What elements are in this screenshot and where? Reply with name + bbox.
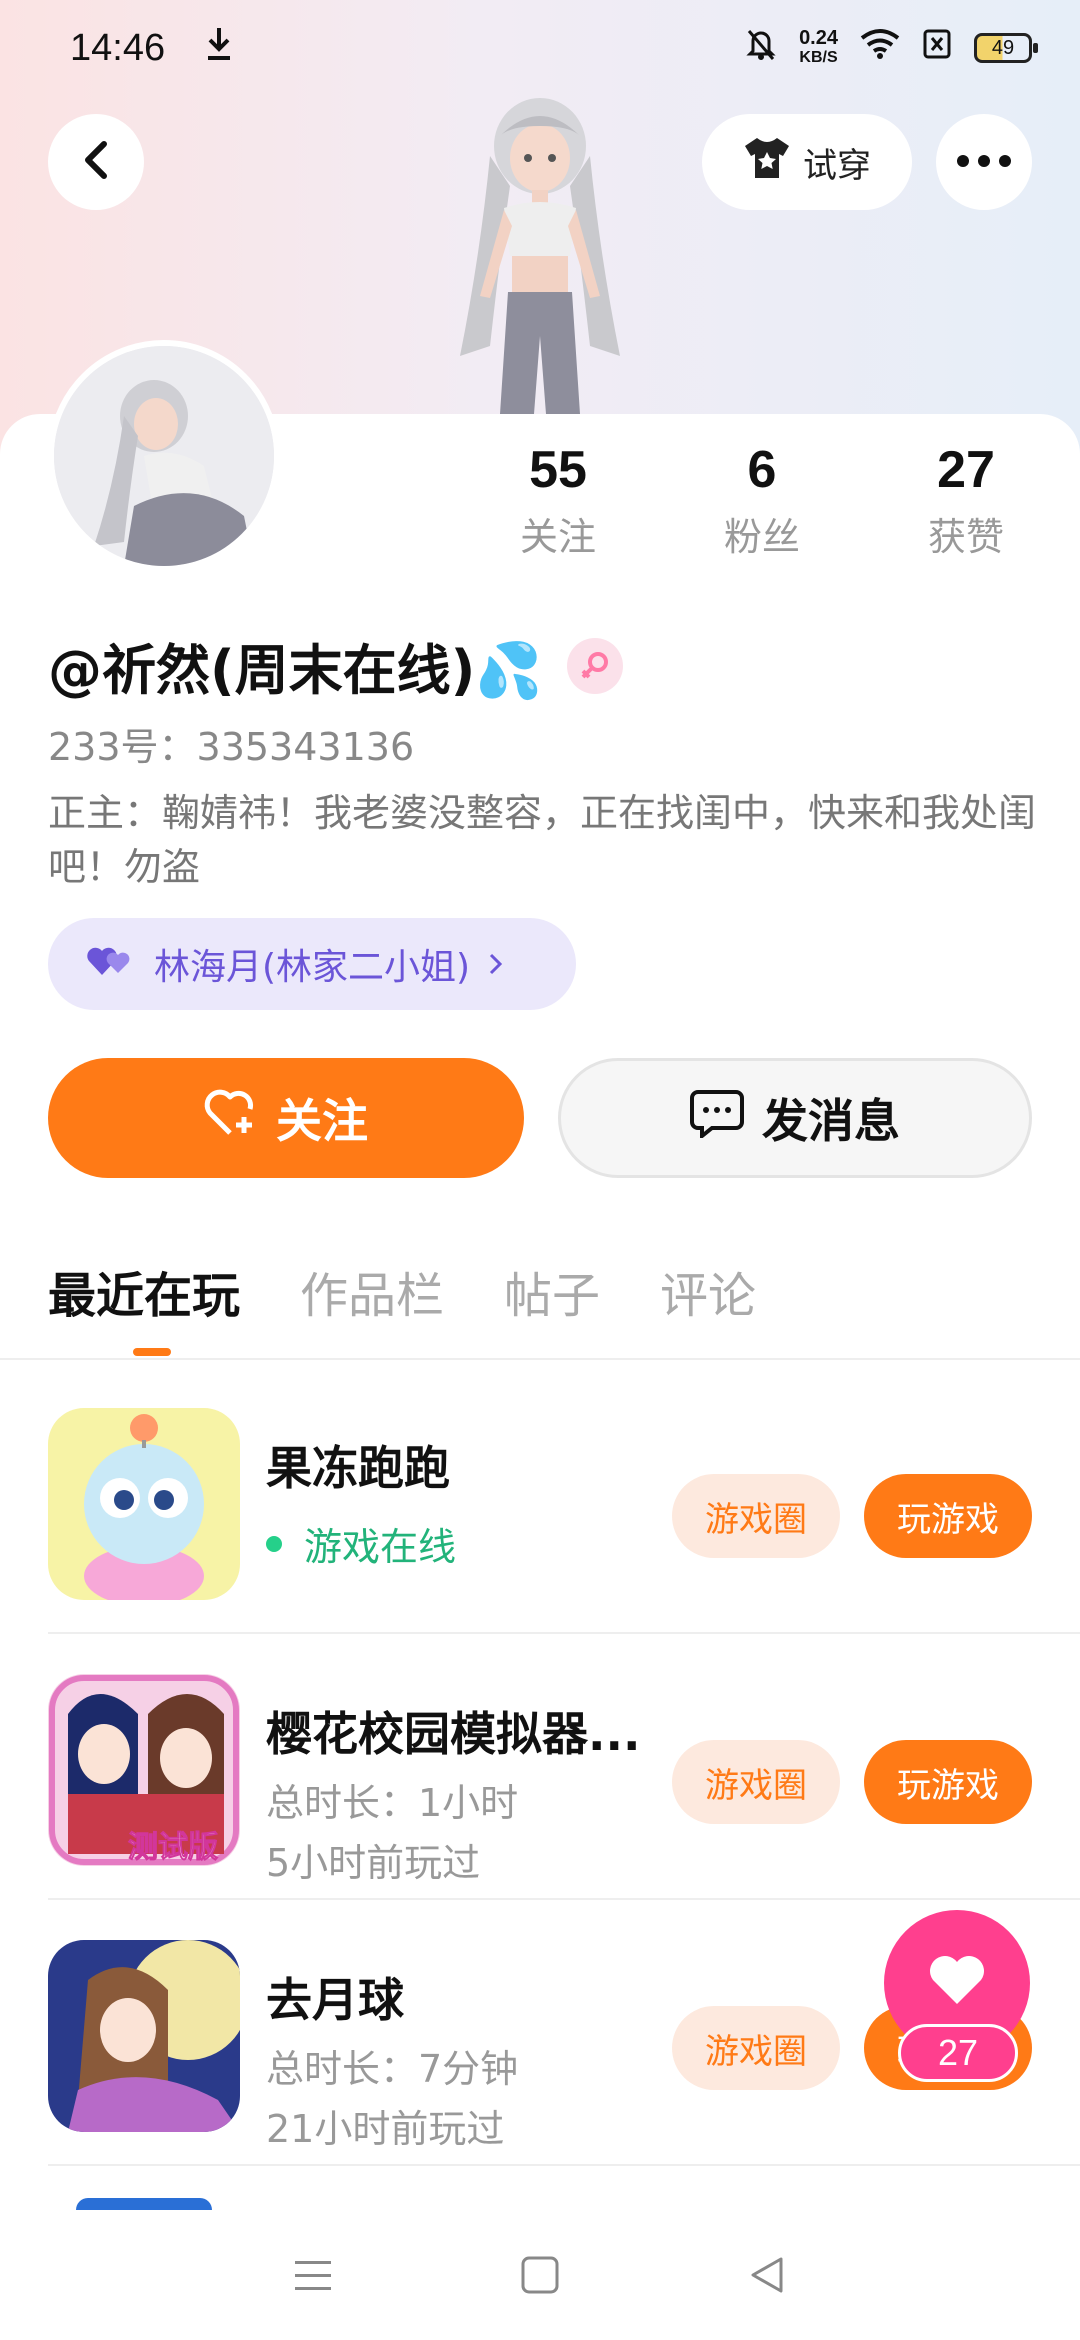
game-title: 去月球 <box>266 1973 404 2027</box>
stat-likes[interactable]: 27 获赞 <box>886 440 1046 561</box>
stat-followers[interactable]: 6 粉丝 <box>682 440 842 561</box>
game-title: 樱花校园模拟器... <box>266 1707 641 1761</box>
sim-off-icon <box>922 28 952 69</box>
test-version-badge: 测试版 <box>128 1830 219 1866</box>
menu-icon[interactable] <box>293 2257 333 2297</box>
game-circle-button[interactable]: 游戏圈 <box>672 1474 840 1558</box>
game-icon-jelly-run[interactable] <box>48 1408 240 1600</box>
game-circle-button[interactable]: 游戏圈 <box>672 2006 840 2090</box>
status-bar: 14:46 0.24 KB/S 49 <box>0 0 1080 96</box>
more-button[interactable] <box>936 114 1032 210</box>
chat-icon <box>690 1088 744 1149</box>
net-speed: 0.24 KB/S <box>799 27 838 66</box>
follow-label: 关注 <box>276 1094 368 1148</box>
tab-comments[interactable]: 评论 <box>660 1256 756 1326</box>
tab-indicator <box>133 1348 171 1356</box>
tab-works[interactable]: 作品栏 <box>300 1256 444 1326</box>
game-circle-button[interactable]: 游戏圈 <box>672 1740 840 1824</box>
home-icon[interactable] <box>520 2255 560 2299</box>
download-icon <box>205 26 233 71</box>
avatar-3d-figure[interactable] <box>420 96 660 414</box>
female-icon <box>566 637 623 694</box>
back-button[interactable] <box>48 114 144 210</box>
stat-value: 27 <box>937 441 995 499</box>
hearts-icon <box>86 943 136 986</box>
play-game-button[interactable]: 玩游戏 <box>864 1740 1032 1824</box>
tshirt-icon <box>743 136 791 189</box>
status-time: 14:46 <box>70 26 166 69</box>
try-on-button[interactable]: 试穿 <box>702 114 912 210</box>
message-label: 发消息 <box>762 1094 900 1148</box>
row-divider <box>48 2164 1080 2166</box>
system-nav-bar <box>0 2214 1080 2340</box>
game-icon-partial <box>76 2198 212 2210</box>
wifi-icon <box>860 28 900 69</box>
follow-button[interactable]: 关注 <box>48 1058 524 1178</box>
try-on-label: 试穿 <box>803 145 871 186</box>
back-icon <box>80 140 112 184</box>
game-duration: 总时长：1小时 <box>266 1781 519 1825</box>
relationship-chip[interactable]: 林海月(林家二小姐) <box>48 918 576 1010</box>
game-row[interactable]: 果冻跑跑 游戏在线 游戏圈 玩游戏 <box>48 1368 1080 1634</box>
battery-icon: 49 <box>974 33 1038 63</box>
avatar[interactable] <box>48 340 280 572</box>
user-id: 233号：335343136 <box>48 725 415 769</box>
profile-bio: 正主：鞠婧祎！我老婆没整容，正在找闺中，快来和我处闺吧！勿盗 <box>48 791 1037 889</box>
heart-icon <box>927 1954 987 2012</box>
game-last-played: 5小时前玩过 <box>266 1841 481 1885</box>
heart-add-icon <box>204 1089 258 1148</box>
back-nav-icon[interactable] <box>747 2255 787 2299</box>
play-game-button[interactable]: 玩游戏 <box>864 1474 1032 1558</box>
game-title: 果冻跑跑 <box>266 1441 450 1495</box>
like-count: 27 <box>898 2024 1018 2082</box>
tabs-divider <box>0 1358 1080 1360</box>
profile-tabs: 最近在玩 作品栏 帖子 评论 <box>48 1256 756 1326</box>
stat-value: 55 <box>529 441 587 499</box>
stat-following[interactable]: 55 关注 <box>478 440 638 561</box>
stat-value: 6 <box>747 441 777 499</box>
game-last-played: 21小时前玩过 <box>266 2107 505 2151</box>
profile-name-text: @祈然(周末在线)💦 <box>48 639 543 702</box>
tab-posts[interactable]: 帖子 <box>504 1256 600 1326</box>
stat-label: 粉丝 <box>723 515 800 559</box>
mute-icon <box>745 27 777 70</box>
online-dot-icon <box>266 1535 282 1552</box>
game-icon-to-the-moon[interactable] <box>48 1940 240 2132</box>
profile-name: @祈然(周末在线)💦 <box>48 626 623 705</box>
game-icon-sakura-school[interactable]: 测试版 <box>48 1674 240 1866</box>
stat-label: 获赞 <box>927 515 1004 559</box>
message-button[interactable]: 发消息 <box>558 1058 1032 1178</box>
tab-recent-played[interactable]: 最近在玩 <box>48 1256 240 1326</box>
game-online-status: 游戏在线 <box>266 1516 456 1571</box>
more-icon <box>956 153 1012 172</box>
game-duration: 总时长：7分钟 <box>266 2047 519 2091</box>
relationship-name: 林海月(林家二小姐) <box>154 947 471 988</box>
chevron-right-icon <box>488 944 504 985</box>
stat-label: 关注 <box>519 515 596 559</box>
game-row[interactable]: 测试版 樱花校园模拟器... 总时长：1小时 5小时前玩过 游戏圈 玩游戏 <box>48 1634 1080 1900</box>
